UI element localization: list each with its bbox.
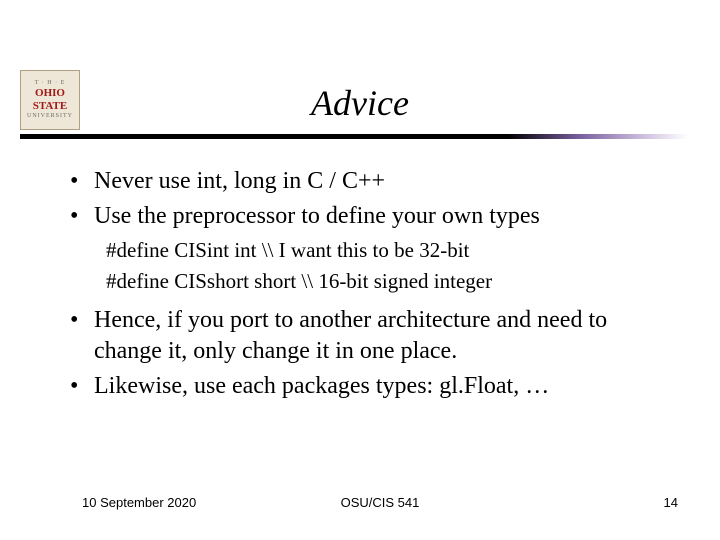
bullet-text: Hence, if you port to another architectu… [94,305,670,366]
bullet-item: • Likewise, use each packages types: gl.… [70,371,670,402]
bullet-item: • Never use int, long in C / C++ [70,166,670,197]
title-underline [20,134,688,142]
sub-list: #define CISint int \\ I want this to be … [70,237,670,295]
slide-title: Advice [0,82,720,124]
bullet-text: Likewise, use each packages types: gl.Fl… [94,371,670,402]
slide-body: • Never use int, long in C / C++ • Use t… [70,166,670,405]
bullet-item: • Use the preprocessor to define your ow… [70,201,670,232]
sub-item: #define CISshort short \\ 16-bit signed … [106,268,670,295]
bullet-item: • Hence, if you port to another architec… [70,305,670,366]
bullet-text: Use the preprocessor to define your own … [94,201,670,232]
sub-item: #define CISint int \\ I want this to be … [106,237,670,264]
footer-page: 14 [664,495,678,510]
bullet-dot: • [70,166,94,197]
bullet-dot: • [70,371,94,402]
bullet-text: Never use int, long in C / C++ [94,166,670,197]
slide: T · H · E OHIO STATE UNIVERSITY Advice •… [0,0,720,540]
bullet-dot: • [70,305,94,366]
footer-date: 10 September 2020 [82,495,196,510]
slide-footer: 10 September 2020 OSU/CIS 541 14 [82,495,678,510]
bullet-dot: • [70,201,94,232]
